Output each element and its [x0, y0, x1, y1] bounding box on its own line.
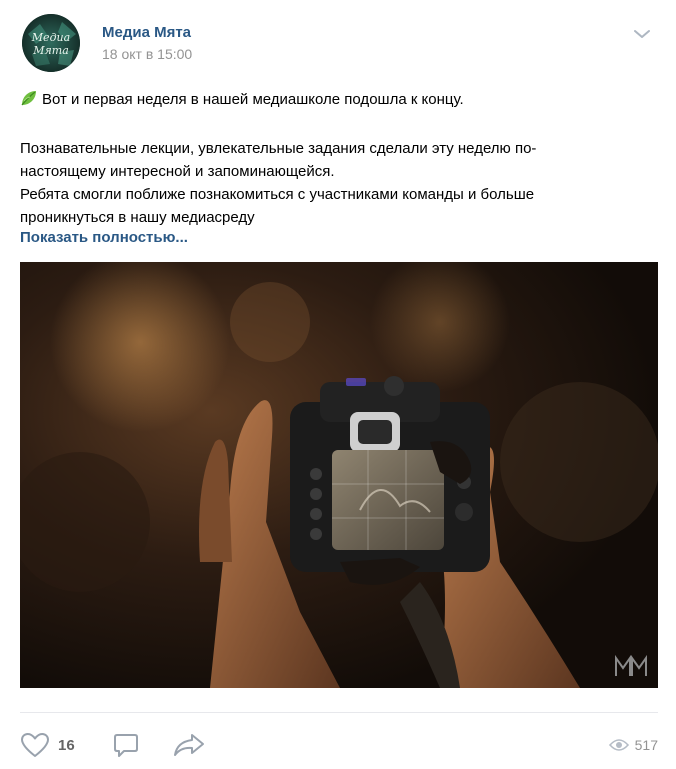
show-more-link[interactable]: Показать полностью... — [20, 229, 188, 246]
post-photo[interactable] — [20, 262, 658, 688]
avatar-text-1: Медиа — [31, 31, 70, 44]
post-text-line5: проникнуться в нашу медиасреду — [20, 209, 255, 226]
chevron-down-icon — [634, 30, 650, 38]
views-counter: 517 — [608, 730, 658, 760]
heart-icon — [21, 733, 49, 757]
share-button[interactable] — [172, 730, 206, 760]
post-actions: 16 517 — [20, 730, 658, 760]
post-text-line: Вот и первая неделя в нашей медиашколе п… — [20, 88, 640, 114]
author-name[interactable]: Медиа Мята — [102, 24, 191, 41]
post-text-line4: Ребята смогли поближе познакомиться с уч… — [20, 186, 535, 203]
post-text-line1: Вот и первая неделя в нашей медиашколе п… — [42, 91, 464, 108]
post-text: Вот и первая неделя в нашей медиашколе п… — [20, 88, 640, 229]
like-count: 16 — [58, 736, 75, 754]
comment-icon — [114, 734, 138, 757]
post-date[interactable]: 18 окт в 15:00 — [102, 46, 192, 62]
share-arrow-icon — [174, 734, 204, 756]
post-menu-button[interactable] — [630, 22, 654, 46]
avatar[interactable]: Медиа Мята — [22, 14, 80, 72]
views-count: 517 — [634, 737, 658, 753]
divider — [20, 712, 658, 713]
eye-icon — [608, 739, 629, 751]
avatar-image: Медиа Мята — [22, 14, 80, 72]
post-text-line3: настоящему интересной и запоминающейся. — [20, 163, 335, 180]
wall-post: Медиа Мята Медиа Мята 18 окт в 15:00 Вот… — [0, 0, 676, 769]
comment-button[interactable] — [112, 730, 140, 760]
avatar-text-2: Мята — [32, 44, 69, 57]
like-button[interactable]: 16 — [20, 730, 75, 760]
leaf-emoji-icon — [20, 89, 38, 114]
camera-photo — [20, 262, 658, 688]
post-text-line2: Познавательные лекции, увлекательные зад… — [20, 140, 537, 157]
